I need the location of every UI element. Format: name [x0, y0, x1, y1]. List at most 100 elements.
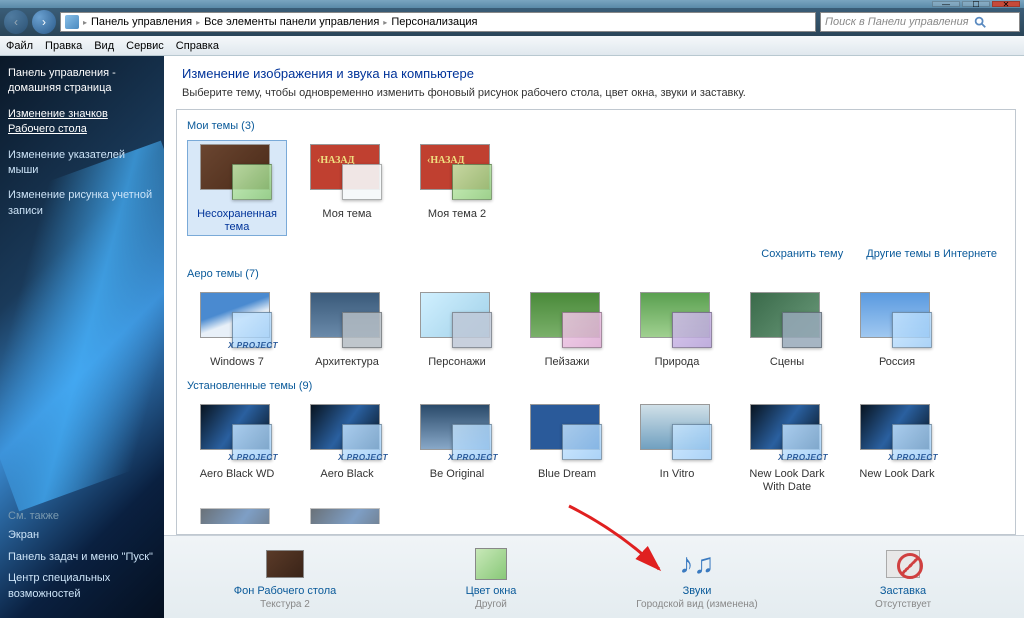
theme-item[interactable] [187, 504, 287, 524]
sidebar-see-also: См. также [8, 510, 156, 522]
theme-item[interactable]: In Vitro [627, 400, 727, 496]
menu-edit[interactable]: Правка [45, 40, 82, 52]
theme-item[interactable]: X PROJECT New Look Dark With Date [737, 400, 837, 496]
wallpaper-icon [266, 550, 304, 578]
screensaver-button[interactable]: Заставка Отсутствует [828, 546, 978, 610]
bottom-link-label: Фон Рабочего стола [210, 585, 360, 597]
theme-window-icon [672, 312, 712, 348]
content-area: Изменение изображения и звука на компьют… [164, 56, 1024, 618]
desktop-background-button[interactable]: Фон Рабочего стола Текстура 2 [210, 546, 360, 610]
bottom-panel: Фон Рабочего стола Текстура 2 Цвет окна … [164, 535, 1024, 618]
sidebar-link-account-picture[interactable]: Изменение рисунка учетной записи [8, 188, 156, 219]
theme-item[interactable]: Архитектура [297, 288, 397, 371]
search-placeholder: Поиск в Панели управления [825, 16, 969, 28]
theme-window-icon [672, 424, 712, 460]
theme-thumbnail [300, 142, 394, 204]
theme-label: Пейзажи [519, 356, 615, 369]
theme-window-icon [452, 312, 492, 348]
section-installed-themes: Установленные темы (9) [187, 380, 1005, 392]
theme-item[interactable]: Природа [627, 288, 727, 371]
theme-item[interactable]: Несохраненная тема [187, 140, 287, 236]
sidebar-link-display[interactable]: Экран [8, 528, 156, 543]
online-themes-link[interactable]: Другие темы в Интернете [866, 248, 997, 260]
theme-caption: X PROJECT [448, 453, 498, 462]
theme-thumbnail [740, 290, 834, 352]
breadcrumb[interactable]: Все элементы панели управления [204, 16, 379, 28]
theme-label: Aero Black [299, 468, 395, 481]
theme-item[interactable]: Blue Dream [517, 400, 617, 496]
search-input[interactable]: Поиск в Панели управления [820, 12, 1020, 32]
breadcrumb-sep: ▸ [196, 18, 200, 27]
minimize-button[interactable]: — [932, 1, 960, 7]
theme-thumbnail [190, 142, 284, 204]
theme-caption: X PROJECT [778, 453, 828, 462]
theme-window-icon [562, 424, 602, 460]
bottom-link-label: Звуки [622, 585, 772, 597]
sidebar-link-mouse-pointers[interactable]: Изменение указателей мыши [8, 148, 156, 179]
theme-label: Сцены [739, 356, 835, 369]
sidebar-link-taskbar[interactable]: Панель задач и меню "Пуск" [8, 550, 156, 565]
theme-item[interactable]: Пейзажи [517, 288, 617, 371]
bottom-link-sub: Городской вид (изменена) [636, 599, 757, 610]
theme-thumbnail [410, 290, 504, 352]
menu-file[interactable]: Файл [6, 40, 33, 52]
menu-bar: Файл Правка Вид Сервис Справка [0, 36, 1024, 56]
sounds-button[interactable]: ♪♫ Звуки Городской вид (изменена) [622, 546, 772, 610]
theme-thumbnail [300, 290, 394, 352]
theme-label: Архитектура [299, 356, 395, 369]
theme-item[interactable]: X PROJECT Be Original [407, 400, 507, 496]
sidebar-link-ease-of-access[interactable]: Центр специальных возможностей [8, 571, 156, 602]
themes-list[interactable]: Мои темы (3) Несохраненная тема Моя тема… [176, 109, 1016, 535]
theme-thumbnail [520, 290, 614, 352]
theme-item[interactable]: X PROJECT New Look Dark [847, 400, 947, 496]
theme-item[interactable]: X PROJECT Aero Black WD [187, 400, 287, 496]
theme-item[interactable]: X PROJECT Aero Black [297, 400, 397, 496]
back-button[interactable]: ‹ [4, 10, 28, 34]
theme-item[interactable] [297, 504, 397, 524]
theme-item[interactable]: X PROJECT Windows 7 [187, 288, 287, 371]
titlebar: — ☐ ✕ [0, 0, 1024, 8]
theme-label: New Look Dark With Date [739, 468, 835, 494]
sidebar-home[interactable]: Панель управления - домашняя страница [8, 66, 156, 97]
sidebar-link-desktop-icons[interactable]: Изменение значков Рабочего стола [8, 107, 156, 138]
theme-item[interactable]: Персонажи [407, 288, 507, 371]
maximize-button[interactable]: ☐ [962, 1, 990, 7]
theme-window-icon [562, 312, 602, 348]
menu-service[interactable]: Сервис [126, 40, 164, 52]
theme-label: Моя тема [299, 208, 395, 221]
theme-item[interactable]: Моя тема 2 [407, 140, 507, 236]
section-aero-themes: Аеро темы (7) [187, 268, 1005, 280]
page-title: Изменение изображения и звука на компьют… [182, 66, 1006, 81]
theme-item[interactable]: Россия [847, 288, 947, 371]
forward-button[interactable]: › [32, 10, 56, 34]
breadcrumb[interactable]: Панель управления [91, 16, 192, 28]
theme-window-icon [892, 312, 932, 348]
menu-help[interactable]: Справка [176, 40, 219, 52]
theme-label: Be Original [409, 468, 505, 481]
theme-window-icon [782, 312, 822, 348]
window-color-button[interactable]: Цвет окна Другой [416, 546, 566, 610]
section-my-themes: Мои темы (3) [187, 120, 1005, 132]
theme-thumbnail [630, 290, 724, 352]
theme-label: Несохраненная тема [189, 208, 285, 234]
theme-thumbnail: X PROJECT [190, 402, 284, 464]
navigation-bar: ‹ › ▸ Панель управления ▸ Все элементы п… [0, 8, 1024, 36]
save-theme-link[interactable]: Сохранить тему [761, 248, 843, 260]
close-button[interactable]: ✕ [992, 1, 1020, 7]
theme-thumbnail: X PROJECT [740, 402, 834, 464]
breadcrumb-sep: ▸ [83, 18, 87, 27]
theme-item[interactable]: Сцены [737, 288, 837, 371]
control-panel-icon [65, 15, 79, 29]
theme-label: Персонажи [409, 356, 505, 369]
theme-label: Россия [849, 356, 945, 369]
theme-item[interactable]: Моя тема [297, 140, 397, 236]
screensaver-icon [886, 550, 920, 578]
bottom-link-sub: Другой [475, 599, 507, 610]
breadcrumb[interactable]: Персонализация [391, 16, 477, 28]
color-swatch-icon [475, 548, 507, 580]
bottom-link-sub: Текстура 2 [260, 599, 310, 610]
theme-label: In Vitro [629, 468, 725, 481]
menu-view[interactable]: Вид [94, 40, 114, 52]
theme-thumbnail [850, 290, 944, 352]
address-bar[interactable]: ▸ Панель управления ▸ Все элементы панел… [60, 12, 816, 32]
